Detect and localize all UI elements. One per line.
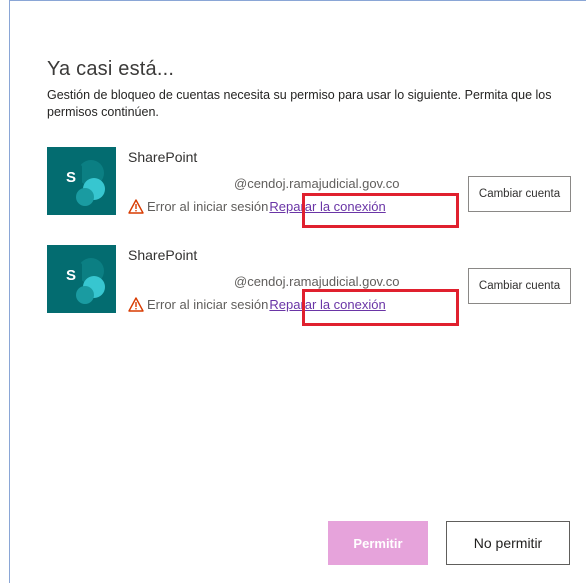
- account-status-text: Error al iniciar sesión: [147, 199, 269, 214]
- deny-button[interactable]: No permitir: [446, 521, 570, 565]
- warning-icon: [128, 297, 144, 312]
- highlight-box: [302, 289, 459, 326]
- account-app-name: SharePoint: [128, 149, 198, 165]
- switch-account-button[interactable]: Cambiar cuenta: [468, 268, 571, 304]
- highlight-box: [302, 193, 459, 228]
- account-row: S SharePoint @cendoj.ramajudicial.gov.co…: [47, 145, 586, 228]
- dialog-title: Ya casi está...: [47, 58, 175, 80]
- dialog-description: Gestión de bloqueo de cuentas necesita s…: [47, 88, 552, 119]
- svg-text:S: S: [66, 267, 76, 284]
- account-email: @cendoj.ramajudicial.gov.co: [234, 274, 400, 289]
- account-app-name: SharePoint: [128, 247, 198, 263]
- warning-icon: [128, 199, 144, 214]
- sharepoint-icon: S: [47, 147, 116, 215]
- switch-account-button[interactable]: Cambiar cuenta: [468, 176, 571, 212]
- svg-text:S: S: [66, 169, 76, 186]
- account-status-text: Error al iniciar sesión: [147, 297, 269, 312]
- sharepoint-icon: S: [47, 245, 116, 313]
- account-email: @cendoj.ramajudicial.gov.co: [234, 176, 400, 191]
- account-row: S SharePoint @cendoj.ramajudicial.gov.co…: [47, 243, 586, 326]
- allow-button[interactable]: Permitir: [328, 521, 428, 565]
- consent-dialog: Ya casi está... Gestión de bloqueo de cu…: [9, 0, 586, 583]
